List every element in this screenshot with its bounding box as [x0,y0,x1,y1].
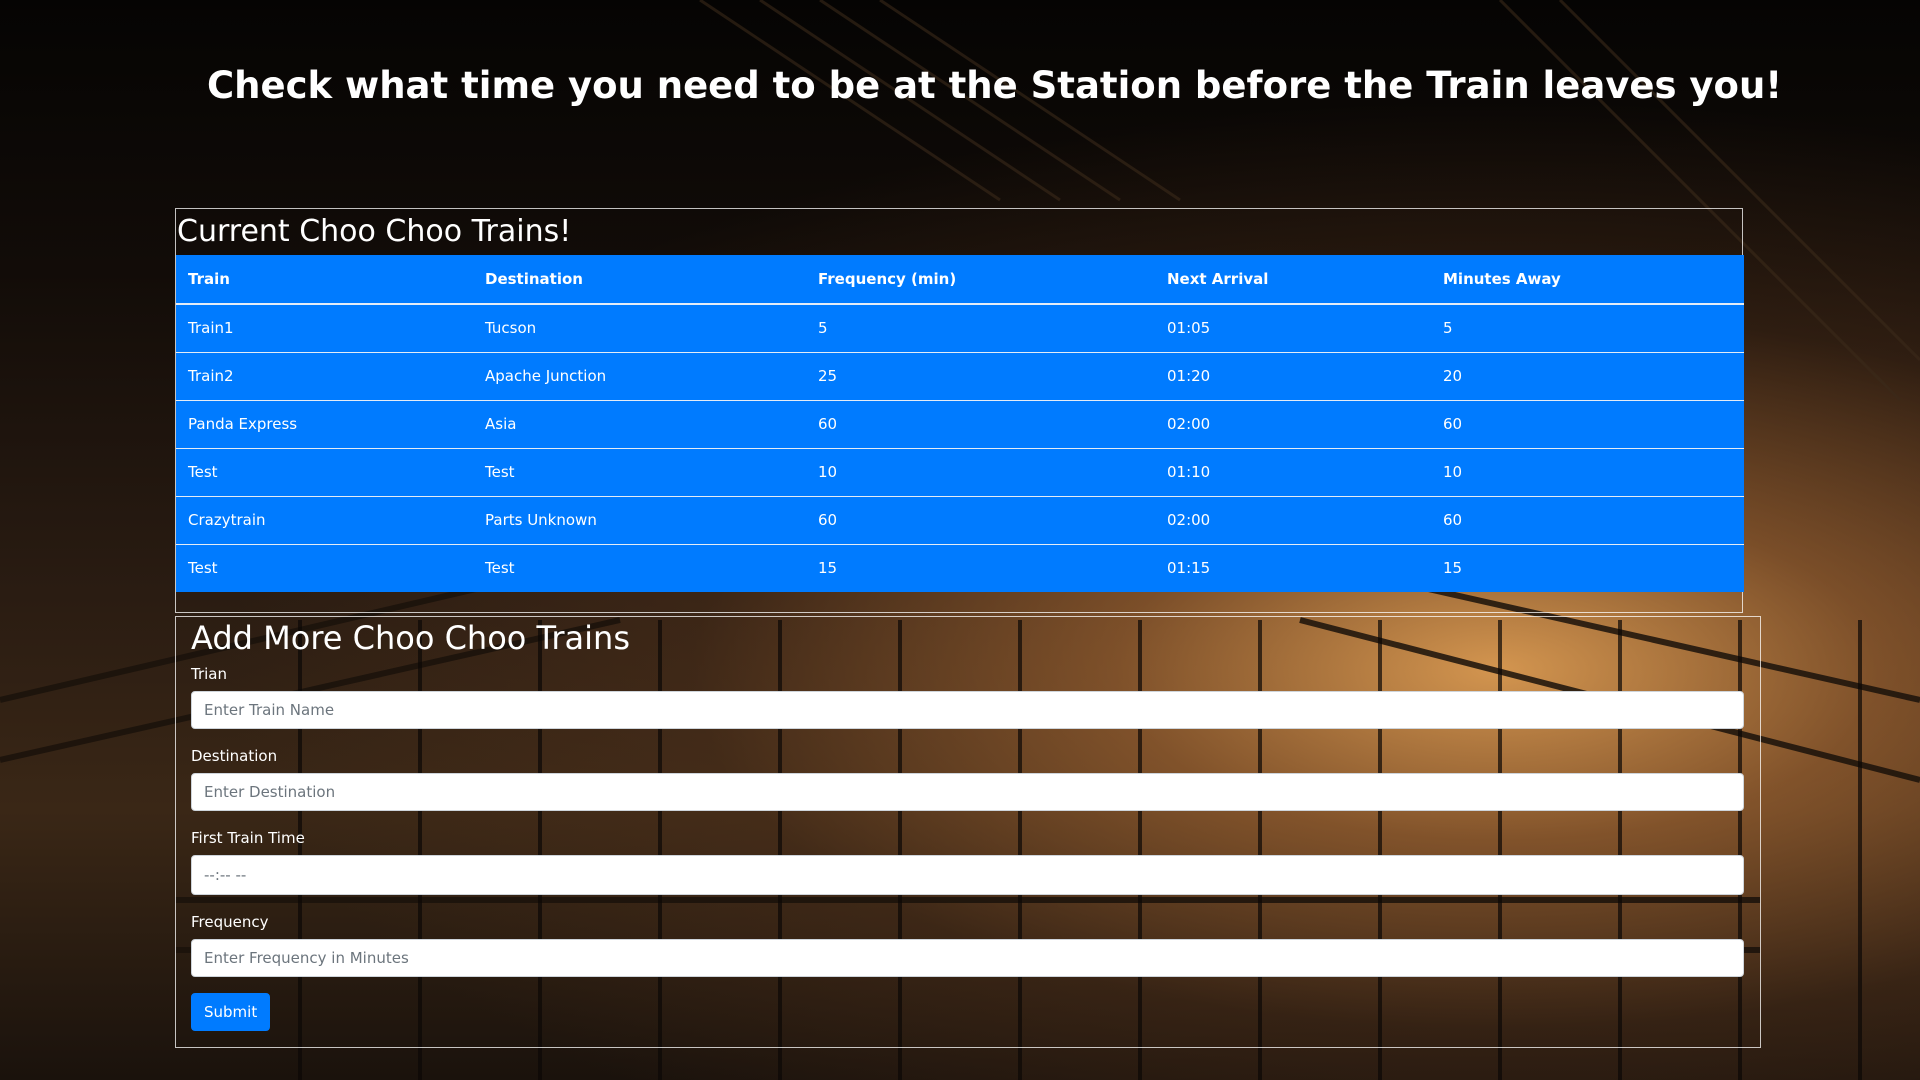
cell-train: Test [176,448,473,497]
table-row: Test Test 10 01:10 10 [176,448,1744,497]
table-row: Train2 Apache Junction 25 01:20 20 [176,352,1744,401]
cell-minutes-away: 5 [1431,304,1744,353]
cell-frequency: 15 [806,544,1155,592]
add-train-form: Add More Choo Choo Trains Trian Destinat… [175,616,1761,1048]
cell-minutes-away: 20 [1431,352,1744,401]
cell-minutes-away: 15 [1431,544,1744,592]
cell-train: Crazytrain [176,496,473,545]
cell-frequency: 5 [806,304,1155,353]
cell-destination: Test [473,544,806,592]
table-header-row: Train Destination Frequency (min) Next A… [176,255,1744,305]
column-header-frequency: Frequency (min) [806,255,1155,305]
cell-frequency: 60 [806,496,1155,545]
cell-next-arrival: 02:00 [1155,400,1431,449]
current-trains-panel: Current Choo Choo Trains! Train Destinat… [175,208,1744,613]
page-title: Check what time you need to be at the St… [207,64,1783,107]
cell-minutes-away: 60 [1431,400,1744,449]
cell-train: Train2 [176,352,473,401]
trains-table: Train Destination Frequency (min) Next A… [176,255,1744,592]
table-row: Panda Express Asia 60 02:00 60 [176,400,1744,449]
destination-label: Destination [191,747,278,765]
destination-input[interactable] [191,773,1744,811]
column-header-minutes-away: Minutes Away [1431,255,1744,305]
cell-train: Test [176,544,473,592]
train-name-label: Trian [191,665,227,683]
cell-next-arrival: 02:00 [1155,496,1431,545]
cell-frequency: 60 [806,400,1155,449]
cell-destination: Asia [473,400,806,449]
table-row: Crazytrain Parts Unknown 60 02:00 60 [176,496,1744,545]
column-header-next-arrival: Next Arrival [1155,255,1431,305]
cell-frequency: 25 [806,352,1155,401]
cell-minutes-away: 60 [1431,496,1744,545]
cell-destination: Test [473,448,806,497]
cell-minutes-away: 10 [1431,448,1744,497]
current-trains-heading: Current Choo Choo Trains! [177,214,572,249]
table-row: Train1 Tucson 5 01:05 5 [176,304,1744,353]
cell-next-arrival: 01:05 [1155,304,1431,353]
frequency-label: Frequency [191,913,269,931]
cell-destination: Parts Unknown [473,496,806,545]
first-train-time-label: First Train Time [191,829,305,847]
frequency-input[interactable] [191,939,1744,977]
cell-next-arrival: 01:15 [1155,544,1431,592]
table-row: Test Test 15 01:15 15 [176,544,1744,592]
cell-next-arrival: 01:10 [1155,448,1431,497]
column-header-train: Train [176,255,473,305]
cell-next-arrival: 01:20 [1155,352,1431,401]
submit-button[interactable]: Submit [191,993,271,1031]
add-trains-heading: Add More Choo Choo Trains [191,619,630,657]
cell-train: Train1 [176,304,473,353]
train-name-input[interactable] [191,691,1744,729]
cell-frequency: 10 [806,448,1155,497]
cell-train: Panda Express [176,400,473,449]
cell-destination: Tucson [473,304,806,353]
first-train-time-input[interactable] [191,855,1744,895]
column-header-destination: Destination [473,255,806,305]
cell-destination: Apache Junction [473,352,806,401]
